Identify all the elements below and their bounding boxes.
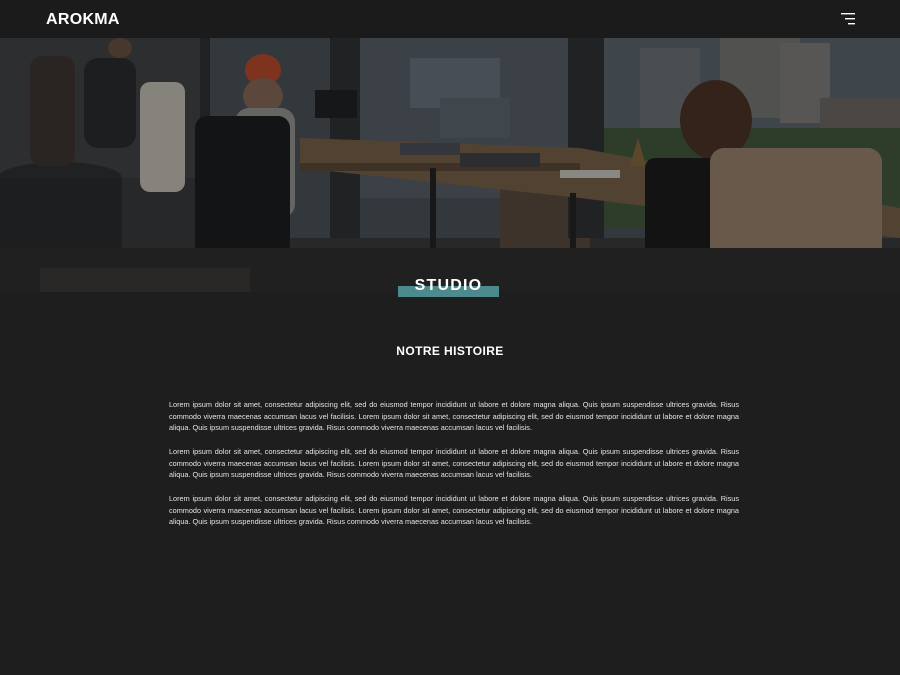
story-paragraph: Lorem ipsum dolor sit amet, consectetur … (169, 494, 739, 527)
section-label-badge: STUDIO (398, 275, 499, 297)
story-paragraph: Lorem ipsum dolor sit amet, consectetur … (169, 447, 739, 480)
story-paragraph: Lorem ipsum dolor sit amet, consectetur … (169, 400, 739, 433)
hero-office-photo (0, 38, 900, 292)
story-heading: NOTRE HISTOIRE (396, 344, 504, 358)
section-label: STUDIO (414, 277, 483, 294)
site-logo[interactable]: AROKMA (46, 11, 120, 29)
hamburger-menu-icon[interactable] (839, 12, 857, 26)
hero-dark-overlay (0, 38, 900, 292)
top-navigation-bar: AROKMA (0, 0, 900, 38)
